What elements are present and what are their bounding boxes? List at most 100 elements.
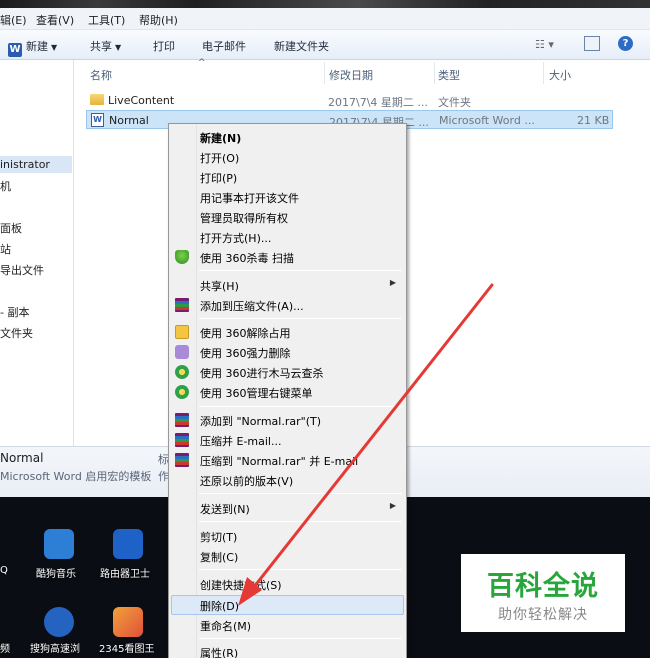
winrar-icon	[175, 453, 189, 467]
menu-item-360-scan[interactable]: 使用 360杀毒 扫描	[171, 247, 404, 267]
menu-item-label: 添加到 "Normal.rar"(T)	[200, 415, 321, 428]
menu-item-open[interactable]: 打开(O)	[171, 147, 404, 167]
360-icon	[175, 385, 189, 399]
menu-item-label: 压缩并 E-mail...	[200, 435, 282, 448]
share-label: 共享	[90, 40, 112, 53]
menu-item-360-manage-menu[interactable]: 使用 360管理右键菜单	[171, 382, 404, 402]
menu-view[interactable]: 查看(V)	[36, 12, 74, 28]
menu-item-label: 使用 360解除占用	[200, 327, 291, 340]
new-label: 新建	[26, 40, 48, 53]
menu-edit[interactable]: 辑(E)	[0, 12, 27, 28]
file-modified: 2017\7\4 星期二 ...	[328, 96, 428, 109]
nav-item-control-panel[interactable]: 面板	[0, 220, 22, 236]
menu-item-create-shortcut[interactable]: 创建快捷方式(S)	[171, 574, 404, 594]
nav-item-recycle[interactable]: 站	[0, 241, 11, 257]
email-button[interactable]: 电子邮件	[202, 38, 246, 54]
shield-icon	[175, 250, 189, 264]
menu-item-cut[interactable]: 剪切(T)	[171, 526, 404, 546]
sogou-browser-icon[interactable]	[44, 607, 74, 637]
menu-item-label: 使用 360管理右键菜单	[200, 387, 313, 400]
file-row-livecontent[interactable]: LiveContent 2017\7\4 星期二 ... 文件夹	[86, 91, 613, 110]
menu-item-print[interactable]: 打印(P)	[171, 167, 404, 187]
details-file-type: Microsoft Word 启用宏的模板	[0, 470, 152, 483]
menu-help[interactable]: 帮助(H)	[139, 12, 178, 28]
menu-bar: 辑(E) 查看(V) 工具(T) 帮助(H)	[0, 8, 650, 30]
menu-item-open-with[interactable]: 打开方式(H)...	[171, 227, 404, 247]
nav-item-folder[interactable]: 文件夹	[0, 325, 33, 341]
view-options-icon[interactable]: ☷ ▾	[535, 38, 554, 51]
menu-separator	[199, 569, 402, 570]
menu-item-take-ownership[interactable]: 管理员取得所有权	[171, 207, 404, 227]
desktop-label: 搜狗高速浏	[30, 644, 80, 655]
chevron-down-icon: ▼	[51, 43, 58, 52]
menu-item-compress-email[interactable]: 压缩并 E-mail...	[171, 430, 404, 450]
nav-item-copy[interactable]: - 副本	[0, 304, 29, 320]
menu-item-copy[interactable]: 复制(C)	[171, 546, 404, 566]
desktop-label: 频	[0, 644, 10, 655]
menu-item-restore-versions[interactable]: 还原以前的版本(V)	[171, 470, 404, 490]
nav-item-user[interactable]: inistrator	[0, 156, 72, 173]
menu-item-label: 创建快捷方式(S)	[200, 579, 282, 592]
column-header-modified[interactable]: 修改日期	[329, 67, 373, 83]
menu-item-label: 打开方式(H)...	[200, 232, 272, 245]
menu-item-open-notepad[interactable]: 用记事本打开该文件	[171, 187, 404, 207]
preview-pane-icon[interactable]	[584, 36, 600, 51]
kugou-icon[interactable]	[44, 529, 74, 559]
winrar-icon	[175, 433, 189, 447]
desktop-label: Q	[0, 565, 8, 576]
file-name: LiveContent	[108, 94, 175, 107]
print-button[interactable]: 打印	[153, 38, 175, 54]
toolbar: W 新建 ▼ 共享 ▼ 打印 电子邮件 新建文件夹 ☷ ▾ ?	[0, 30, 650, 60]
column-header-type[interactable]: 类型	[438, 67, 460, 83]
file-type: Microsoft Word ...	[439, 114, 535, 127]
menu-item-compress-to-rar-email[interactable]: 压缩到 "Normal.rar" 并 E-mail	[171, 450, 404, 470]
new-button[interactable]: W 新建 ▼	[8, 38, 57, 57]
menu-item-label: 打印(P)	[200, 172, 238, 185]
menu-item-label: 添加到压缩文件(A)...	[200, 300, 304, 313]
watermark: 百科全说 助你轻松解决	[461, 554, 625, 632]
menu-separator	[199, 406, 402, 407]
menu-item-rename[interactable]: 重命名(M)	[171, 615, 404, 635]
column-header-name[interactable]: 名称	[90, 67, 112, 83]
menu-item-delete[interactable]: 删除(D)	[171, 595, 404, 615]
help-icon[interactable]: ?	[618, 36, 633, 51]
share-button[interactable]: 共享 ▼	[90, 38, 121, 54]
shredder-icon	[175, 345, 189, 359]
menu-separator	[199, 638, 402, 639]
menu-item-share[interactable]: 共享(H) ▶	[171, 275, 404, 295]
menu-item-label: 重命名(M)	[200, 620, 252, 633]
menu-item-properties[interactable]: 属性(R)	[171, 642, 404, 658]
menu-item-label: 共享(H)	[200, 280, 239, 293]
menu-tools[interactable]: 工具(T)	[88, 12, 125, 28]
desktop-label: 路由器卫士	[100, 569, 150, 580]
360-icon	[175, 365, 189, 379]
menu-item-label: 使用 360进行木马云查杀	[200, 367, 324, 380]
column-header-size[interactable]: 大小	[549, 67, 571, 83]
menu-item-label: 删除(D)	[200, 600, 240, 613]
title-bar	[0, 0, 650, 8]
menu-item-add-to-rar[interactable]: 添加到 "Normal.rar"(T)	[171, 410, 404, 430]
submenu-arrow-icon: ▶	[389, 501, 396, 510]
watermark-title: 百科全说	[487, 571, 599, 602]
menu-item-label: 使用 360杀毒 扫描	[200, 252, 294, 265]
menu-item-360-trojan-scan[interactable]: 使用 360进行木马云查杀	[171, 362, 404, 382]
router-guard-icon[interactable]	[113, 529, 143, 559]
column-divider	[543, 62, 544, 84]
column-divider	[324, 62, 325, 84]
menu-item-360-force-delete[interactable]: 使用 360强力删除	[171, 342, 404, 362]
desktop-label: 酷狗音乐	[36, 569, 76, 580]
new-folder-button[interactable]: 新建文件夹	[274, 38, 329, 54]
details-file-name: Normal	[0, 451, 44, 465]
menu-item-label: 新建(N)	[200, 132, 242, 145]
menu-item-label: 还原以前的版本(V)	[200, 475, 294, 488]
menu-item-send-to[interactable]: 发送到(N) ▶	[171, 498, 404, 518]
menu-separator	[199, 493, 402, 494]
menu-separator	[199, 521, 402, 522]
2345-viewer-icon[interactable]	[113, 607, 143, 637]
nav-item-export[interactable]: 导出文件	[0, 262, 44, 278]
menu-item-new[interactable]: 新建(N)	[171, 127, 404, 147]
menu-item-add-archive[interactable]: 添加到压缩文件(A)...	[171, 295, 404, 315]
nav-item-computer[interactable]: 机	[0, 178, 11, 194]
file-name: Normal	[109, 114, 149, 127]
menu-item-360-unlock[interactable]: 使用 360解除占用	[171, 322, 404, 342]
